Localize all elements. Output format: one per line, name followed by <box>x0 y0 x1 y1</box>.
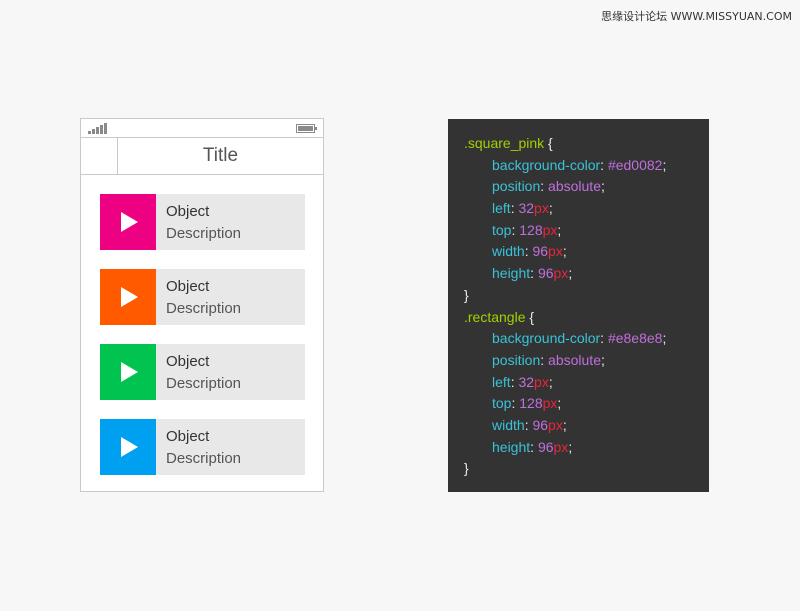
close-brace: } <box>464 286 469 303</box>
code-line-property: position: absolute; <box>492 178 605 195</box>
page-title: Title <box>202 145 239 166</box>
play-icon <box>121 287 138 307</box>
css-property-name: width <box>492 243 525 260</box>
css-unit: px <box>553 438 569 455</box>
css-unit: px <box>542 221 558 238</box>
list-item[interactable]: Object Description <box>100 194 305 250</box>
play-icon <box>121 212 138 232</box>
css-property-value: 96 <box>532 243 549 260</box>
code-line-property: top: 128px; <box>492 221 562 238</box>
css-unit: px <box>553 265 569 282</box>
item-description: Description <box>166 375 242 392</box>
item-title: Object <box>166 428 210 445</box>
code-line-property: width: 96px; <box>492 243 567 260</box>
code-line-property: width: 96px; <box>492 416 567 433</box>
code-line-property: top: 128px; <box>492 395 562 412</box>
css-property-name: left <box>492 373 511 390</box>
code-line-property: height: 96px; <box>492 438 573 455</box>
play-thumbnail[interactable] <box>100 269 156 325</box>
css-unit: px <box>548 416 563 433</box>
play-thumbnail[interactable] <box>100 194 156 250</box>
css-unit: px <box>548 243 563 260</box>
list-item[interactable]: Object Description <box>100 419 305 475</box>
signal-strength-icon <box>88 123 112 134</box>
nav-bar: Title <box>81 138 323 175</box>
open-brace: { <box>525 308 535 325</box>
play-thumbnail[interactable] <box>100 419 156 475</box>
css-property-value: 96 <box>532 416 549 433</box>
code-line-property: position: absolute; <box>492 351 605 368</box>
css-property-value: 128 <box>519 395 543 412</box>
css-property-value: absolute <box>548 178 601 195</box>
css-code-panel: .square_pink { background-color: #ed0082… <box>448 119 709 492</box>
css-property-name: top <box>492 221 512 238</box>
css-unit: px <box>542 395 558 412</box>
css-unit: px <box>534 373 549 390</box>
css-property-name: position <box>492 178 541 195</box>
css-selector: .square_pink <box>464 135 545 151</box>
play-icon <box>121 362 138 382</box>
css-property-name: width <box>492 416 525 433</box>
item-description: Description <box>166 300 242 317</box>
css-property-name: background-color <box>492 330 601 347</box>
battery-icon <box>296 124 317 133</box>
list-item[interactable]: Object Description <box>100 269 305 325</box>
css-unit: px <box>534 200 549 217</box>
css-property-name: position <box>492 351 541 368</box>
item-title: Object <box>166 203 210 220</box>
css-property-name: height <box>492 438 531 455</box>
code-line-property: left: 32px; <box>492 200 553 217</box>
css-property-value: 96 <box>537 265 554 282</box>
code-line-property: height: 96px; <box>492 265 573 282</box>
code-line-property: background-color: #e8e8e8; <box>492 330 667 347</box>
phone-wireframe: Title Object Description Object Descript… <box>80 118 324 492</box>
close-brace: } <box>464 460 469 477</box>
css-property-name: left <box>492 200 511 217</box>
css-property-value: 32 <box>518 200 535 217</box>
nav-back-button[interactable] <box>81 138 118 174</box>
css-property-value: absolute <box>548 351 601 368</box>
code-line-close: } <box>464 285 709 307</box>
css-property-value: 96 <box>537 438 554 455</box>
status-bar <box>81 119 323 138</box>
code-line-close: } <box>464 458 709 480</box>
item-title: Object <box>166 278 210 295</box>
list-item[interactable]: Object Description <box>100 344 305 400</box>
play-thumbnail[interactable] <box>100 344 156 400</box>
code-line-selector: .square_pink { <box>464 133 709 155</box>
css-property-value: 32 <box>518 373 535 390</box>
object-list: Object Description Object Description Ob… <box>100 194 305 494</box>
item-description: Description <box>166 450 242 467</box>
css-selector: .rectangle <box>464 308 526 325</box>
css-property-value: #e8e8e8 <box>607 330 663 347</box>
open-brace: { <box>544 135 553 151</box>
watermark-text: 思缘设计论坛 WWW.MISSYUAN.COM <box>601 10 792 23</box>
item-title: Object <box>166 353 210 370</box>
play-icon <box>121 437 138 457</box>
css-property-name: top <box>492 395 512 412</box>
css-property-value: #ed0082 <box>607 156 663 173</box>
item-description: Description <box>166 225 242 242</box>
code-line-property: background-color: #ed0082; <box>492 156 667 173</box>
code-line-property: left: 32px; <box>492 373 553 390</box>
code-line-selector: .rectangle { <box>464 307 709 329</box>
css-property-name: background-color <box>492 156 601 173</box>
css-property-value: 128 <box>519 221 543 238</box>
css-property-name: height <box>492 265 531 282</box>
